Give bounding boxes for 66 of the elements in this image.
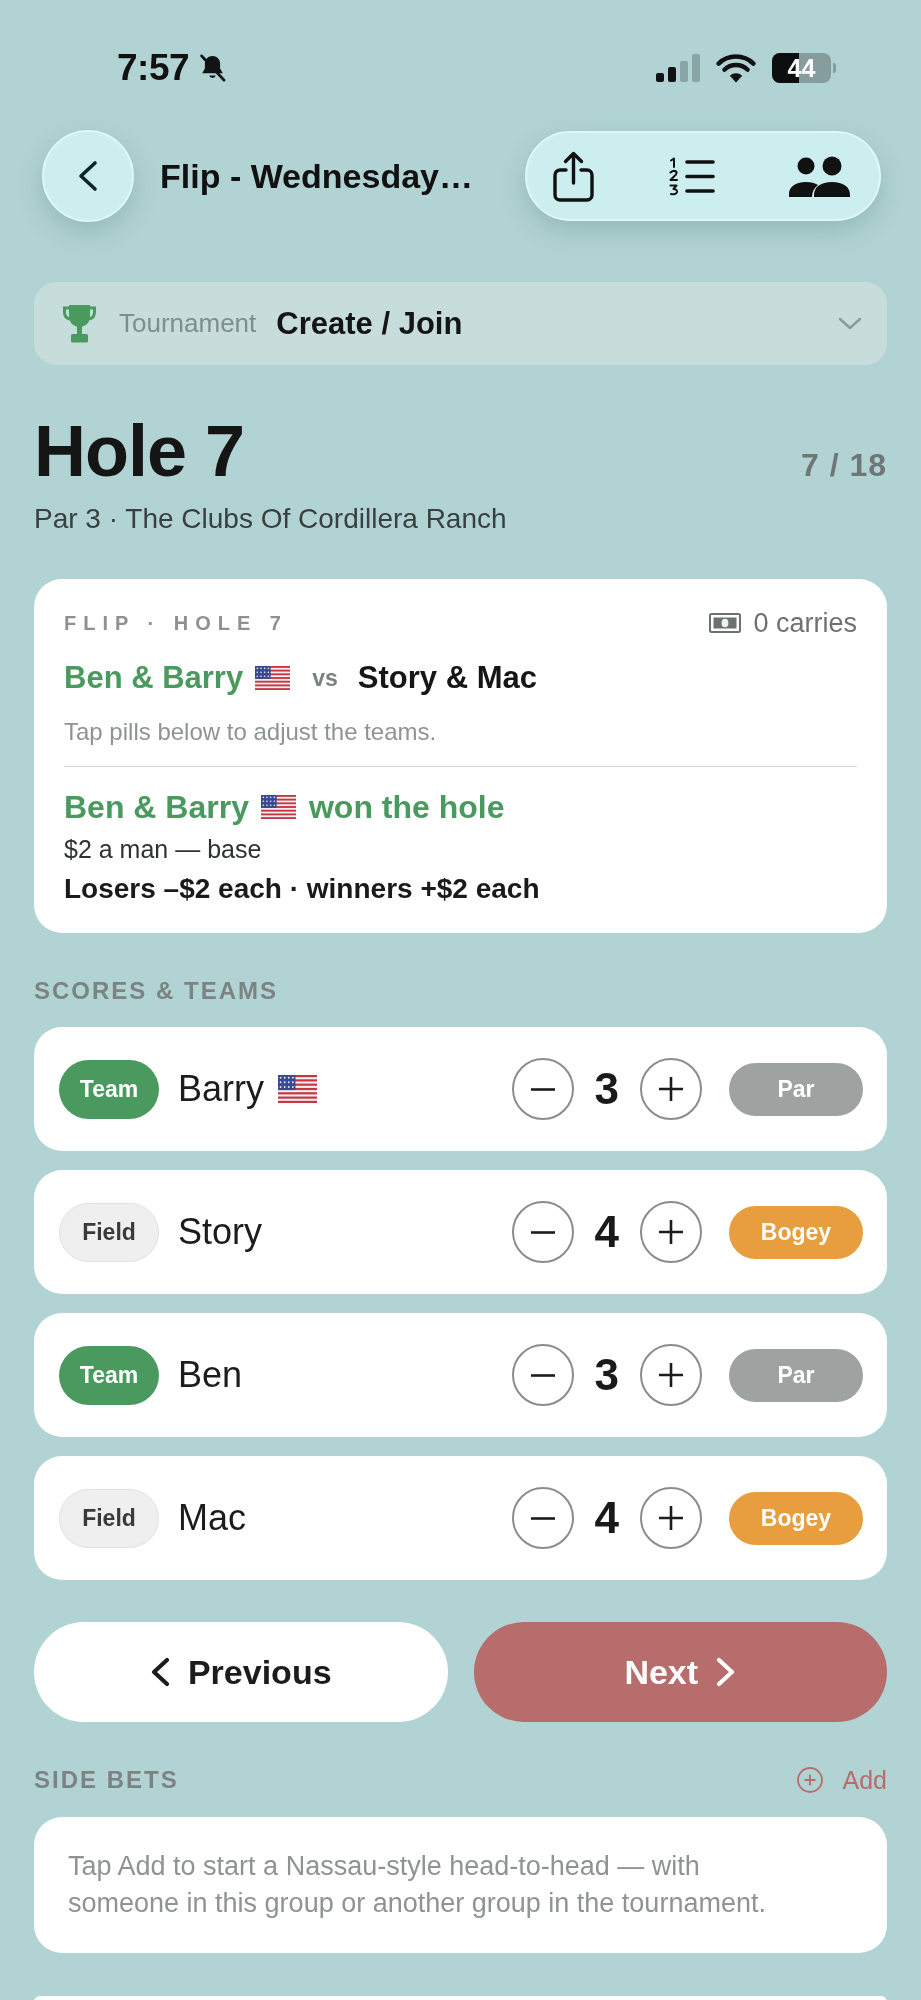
hole-count: 7 / 18 (800, 447, 887, 484)
dropdown-label: Tournament (119, 308, 257, 339)
screen-title: Flip - Wednesday… (160, 156, 474, 196)
decrement-button[interactable] (511, 1201, 574, 1263)
hint-text: Tap pills below to adjust the teams. (64, 717, 438, 747)
chevron-right-icon (716, 1657, 737, 1687)
carries-count: 0 carries (753, 607, 857, 639)
increment-button[interactable] (640, 1344, 702, 1406)
numbered-list-icon[interactable] (667, 156, 715, 196)
wifi-icon (716, 53, 756, 83)
selected-value: Create / Join (276, 305, 463, 342)
decrement-button[interactable] (511, 1344, 574, 1406)
stake-text: $2 a man — base (64, 834, 263, 865)
previous-button[interactable]: Previous (34, 1622, 448, 1722)
minus-icon (530, 1516, 555, 1520)
team-toggle[interactable]: Field (59, 1488, 159, 1548)
result-badge: Bogey (729, 1205, 863, 1259)
player-name: Ben (178, 1354, 243, 1396)
plus-icon (659, 1363, 683, 1387)
result-badge: Par (729, 1062, 863, 1116)
plus-circle-icon (796, 1767, 823, 1793)
section-title: SCORES & TEAMS (34, 976, 279, 1006)
decrement-button[interactable] (511, 1487, 574, 1549)
next-button[interactable]: Next (473, 1622, 887, 1722)
versus-label: vs (312, 664, 338, 692)
hole-title: Hole 7 (34, 415, 245, 487)
course-info: Par 3 · The Clubs Of Cordillera Ranch (34, 502, 508, 536)
increment-button[interactable] (640, 1487, 702, 1549)
chevron-down-icon (838, 317, 862, 330)
score-value: 3 (594, 1349, 619, 1401)
team-toggle[interactable]: Field (59, 1202, 159, 1262)
plus-icon (659, 1506, 683, 1530)
result-badge: Par (729, 1348, 863, 1402)
increment-button[interactable] (640, 1201, 702, 1263)
trophy-icon (62, 304, 97, 343)
result-text: won the hole (308, 788, 505, 826)
people-icon[interactable] (788, 155, 851, 197)
section-title: SIDE BETS (34, 1765, 179, 1795)
status-time: 7:57 (117, 46, 190, 90)
banknote-icon (709, 613, 742, 633)
bell-slash-icon (198, 53, 228, 83)
team-name: Ben & Barry (64, 660, 244, 696)
score-value: 4 (594, 1492, 619, 1544)
minus-icon (530, 1230, 555, 1234)
player-name: Barry (178, 1068, 264, 1110)
chevron-left-icon (76, 160, 100, 192)
plus-icon (659, 1077, 683, 1101)
minus-icon (530, 1373, 555, 1377)
result-badge: Bogey (729, 1491, 863, 1545)
increment-button[interactable] (640, 1058, 702, 1120)
tournament-dropdown[interactable]: Tournament Create / Join (34, 282, 887, 365)
plus-icon (659, 1220, 683, 1244)
share-icon[interactable] (553, 150, 594, 202)
player-name: Mac (178, 1497, 246, 1539)
payout-text: Losers –$2 each · winners +$2 each (64, 872, 541, 906)
player-name: Story (178, 1211, 263, 1253)
score-value: 4 (594, 1206, 619, 1258)
decrement-button[interactable] (511, 1058, 574, 1120)
empty-state-text: Tap Add to start a Nassau-style head-to-head — with someone in this group or another group in the tournament. (68, 1850, 767, 1920)
signal-icon (656, 54, 700, 82)
winner-name: Ben & Barry (64, 788, 249, 826)
team-name: Story & Mac (357, 660, 537, 696)
chevron-left-icon (149, 1657, 170, 1687)
score-value: 3 (594, 1063, 619, 1115)
minus-icon (530, 1087, 555, 1091)
game-label: FLIP · HOLE 7 (64, 611, 288, 635)
